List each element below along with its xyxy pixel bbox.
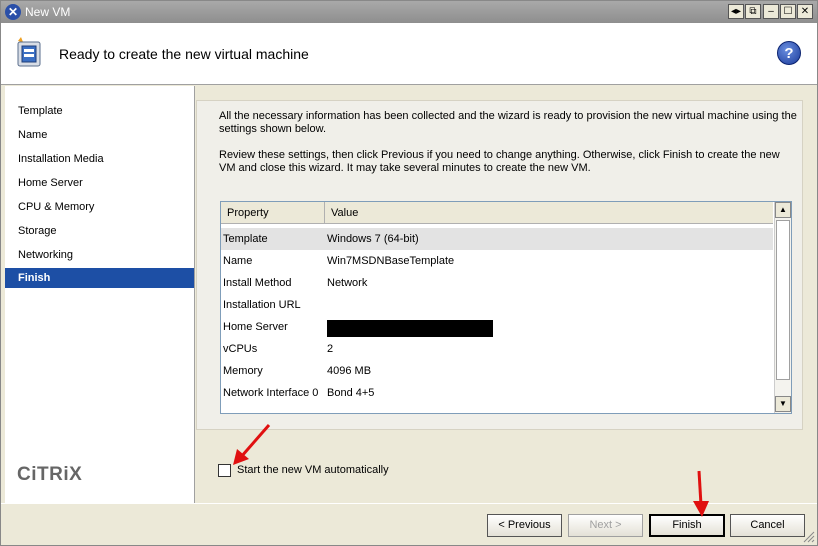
sidebar-item-storage[interactable]: Storage <box>5 221 194 241</box>
finish-button[interactable]: Finish <box>649 514 725 537</box>
row-property: Template <box>223 233 268 245</box>
column-header-value[interactable]: Value <box>325 202 773 224</box>
sidebar-item-finish[interactable]: Finish <box>5 268 194 288</box>
row-value: Win7MSDNBaseTemplate <box>327 255 455 267</box>
new-vm-icon <box>17 37 41 67</box>
sidebar-item-template[interactable]: Template <box>5 101 194 121</box>
minimize-button[interactable]: – <box>763 4 779 19</box>
row-property: Network Interface 0 <box>223 387 319 399</box>
title-bar[interactable]: ✕ New VM ◂▸ ⧉ – ☐ ✕ <box>1 1 817 23</box>
grid-header: Property Value <box>221 202 773 224</box>
row-property: Installation URL <box>223 299 301 311</box>
row-property: Name <box>223 255 253 267</box>
annotation-arrow-icon <box>233 424 271 465</box>
page-title: Ready to create the new virtual machine <box>59 46 309 62</box>
intro-text: All the necessary information has been c… <box>219 110 797 135</box>
table-row[interactable]: Network Interface 0 Bond 4+5 <box>221 382 773 404</box>
new-vm-window: ✕ New VM ◂▸ ⧉ – ☐ ✕ Ready to create the … <box>0 0 818 546</box>
row-property: Memory <box>223 365 263 377</box>
annotation-arrow-icon <box>693 470 709 517</box>
scroll-up-icon[interactable]: ▲ <box>775 202 791 218</box>
sidebar-item-networking[interactable]: Networking <box>5 245 194 265</box>
redacted-value <box>327 320 493 337</box>
wizard-steps-sidebar: Template Name Installation Media Home Se… <box>5 86 195 503</box>
scroll-down-icon[interactable]: ▼ <box>775 396 791 412</box>
table-row[interactable]: Installation URL <box>221 294 773 316</box>
row-property: Install Method <box>223 277 292 289</box>
pin-icon[interactable]: ◂▸ <box>728 4 744 19</box>
row-value: Network <box>327 277 368 289</box>
table-row[interactable]: Memory 4096 MB <box>221 360 773 382</box>
cancel-button[interactable]: Cancel <box>730 514 805 537</box>
row-property: vCPUs <box>223 343 258 355</box>
table-row[interactable]: Install Method Network <box>221 272 773 294</box>
grid-scrollbar[interactable]: ▲ ▼ <box>774 202 791 413</box>
help-button[interactable]: ? <box>777 41 801 65</box>
resize-grip-icon[interactable] <box>803 531 815 543</box>
table-row[interactable]: Home Server <box>221 316 773 338</box>
row-value: 2 <box>327 343 334 355</box>
undock-icon[interactable]: ⧉ <box>745 4 761 19</box>
citrix-logo: CiTRiX <box>17 464 83 485</box>
sidebar-item-name[interactable]: Name <box>5 125 194 145</box>
next-button[interactable]: Next > <box>568 514 643 537</box>
settings-grid: Property Value Template Windows 7 (64-bi… <box>220 201 792 414</box>
row-value: Windows 7 (64-bit) <box>327 233 419 245</box>
maximize-button[interactable]: ☐ <box>780 4 796 19</box>
column-header-property[interactable]: Property <box>221 202 325 224</box>
previous-button[interactable]: < Previous <box>487 514 562 537</box>
xen-app-icon: ✕ <box>5 4 21 20</box>
table-row[interactable]: Template Windows 7 (64-bit) <box>221 228 773 250</box>
sidebar-item-cpu-memory[interactable]: CPU & Memory <box>5 197 194 217</box>
row-value: Bond 4+5 <box>327 387 375 399</box>
sidebar-item-home-server[interactable]: Home Server <box>5 173 194 193</box>
wizard-header: Ready to create the new virtual machine … <box>1 23 817 85</box>
row-value: 4096 MB <box>327 365 372 377</box>
window-title: New VM <box>25 5 71 19</box>
table-row[interactable]: Name Win7MSDNBaseTemplate <box>221 250 773 272</box>
instructions-text: Review these settings, then click Previo… <box>219 149 780 174</box>
scroll-thumb[interactable] <box>776 220 790 380</box>
table-row[interactable]: vCPUs 2 <box>221 338 773 360</box>
row-property: Home Server <box>223 321 288 333</box>
close-button[interactable]: ✕ <box>797 4 813 19</box>
sidebar-item-installation-media[interactable]: Installation Media <box>5 149 194 169</box>
